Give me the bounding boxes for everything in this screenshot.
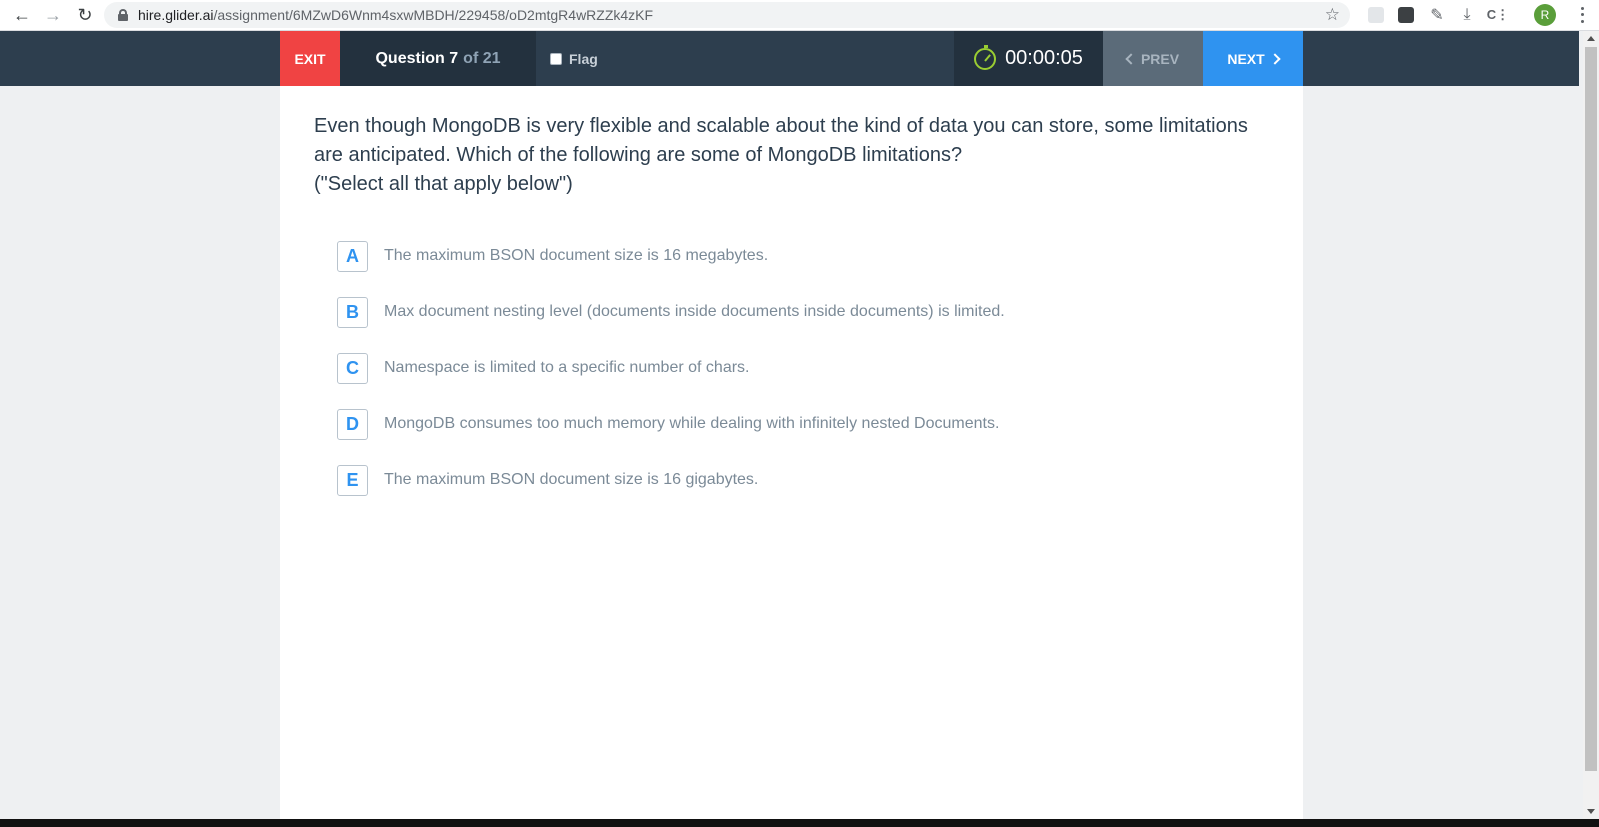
prev-label: PREV [1140,50,1180,67]
extension-icon[interactable] [1364,3,1388,27]
address-bar[interactable]: hire.glider.ai/assignment/6MZwD6Wnm4sxwM… [104,2,1350,28]
next-label: NEXT [1227,50,1265,67]
profile-avatar[interactable]: R [1534,4,1556,26]
chevron-left-icon [1125,52,1137,65]
extension-c-icon[interactable]: C⋮ [1486,3,1510,27]
option-b[interactable]: B Max document nesting level (documents … [337,296,1005,328]
lock-icon [118,9,128,21]
flag-checkbox[interactable] [550,52,562,65]
question-total: of 21 [463,49,501,67]
question-card: Even though MongoDB is very flexible and… [280,86,1303,819]
option-c[interactable]: C Namespace is limited to a specific num… [337,352,1005,384]
timer: 00:00:05 [954,31,1103,86]
scroll-down-icon[interactable] [1587,809,1595,814]
browser-menu-icon[interactable] [1574,5,1590,25]
option-text[interactable]: Namespace is limited to a specific numbe… [384,359,749,377]
exit-button[interactable]: EXIT [280,31,340,86]
chevron-right-icon [1269,52,1281,65]
eyedropper-extension-icon[interactable]: ✎ [1425,3,1449,27]
option-d[interactable]: D MongoDB consumes too much memory while… [337,408,1005,440]
timer-value: 00:00:05 [1005,47,1083,69]
option-key[interactable]: C [337,352,368,384]
option-e[interactable]: E The maximum BSON document size is 16 g… [337,464,1005,496]
scroll-thumb[interactable] [1585,47,1597,771]
forward-icon[interactable]: → [37,1,69,29]
quiz-header-bar [0,31,1579,86]
reload-icon[interactable]: ↻ [69,1,101,29]
answer-options: A The maximum BSON document size is 16 m… [337,240,1005,520]
os-taskbar-edge [0,819,1599,827]
browser-toolbar: ← → ↻ hire.glider.ai/assignment/6MZwD6Wn… [0,0,1599,31]
option-key[interactable]: E [337,464,368,496]
option-key[interactable]: B [337,296,368,328]
prev-button[interactable]: PREV [1103,31,1203,86]
next-button[interactable]: NEXT [1203,31,1303,86]
option-text[interactable]: The maximum BSON document size is 16 gig… [384,471,758,489]
url-path: /assignment/6MZwD6Wnm4sxwMBDH/229458/oD2… [213,7,654,23]
option-key[interactable]: A [337,240,368,272]
question-counter: Question 7 of 21 [340,31,536,86]
download-icon[interactable]: ⤓ [1455,3,1479,27]
option-a[interactable]: A The maximum BSON document size is 16 m… [337,240,1005,272]
question-number: Question 7 [375,49,459,67]
option-text[interactable]: MongoDB consumes too much memory while d… [384,415,999,433]
question-text: Even though MongoDB is very flexible and… [314,115,1248,166]
option-text[interactable]: The maximum BSON document size is 16 meg… [384,247,768,265]
question-text-block: Even though MongoDB is very flexible and… [314,112,1274,199]
flag-label: Flag [569,50,598,67]
option-key[interactable]: D [337,408,368,440]
flag-toggle[interactable]: Flag [550,31,598,86]
bookmark-star-icon[interactable]: ☆ [1325,5,1340,25]
page-scrollbar[interactable] [1583,31,1599,819]
url-host: hire.glider.ai [138,7,214,23]
extension-dots-icon[interactable] [1394,3,1418,27]
question-hint: ("Select all that apply below") [314,173,573,195]
scroll-up-icon[interactable] [1587,36,1595,41]
option-text[interactable]: Max document nesting level (documents in… [384,303,1005,321]
stopwatch-icon [974,44,997,70]
back-icon[interactable]: ← [6,1,38,29]
